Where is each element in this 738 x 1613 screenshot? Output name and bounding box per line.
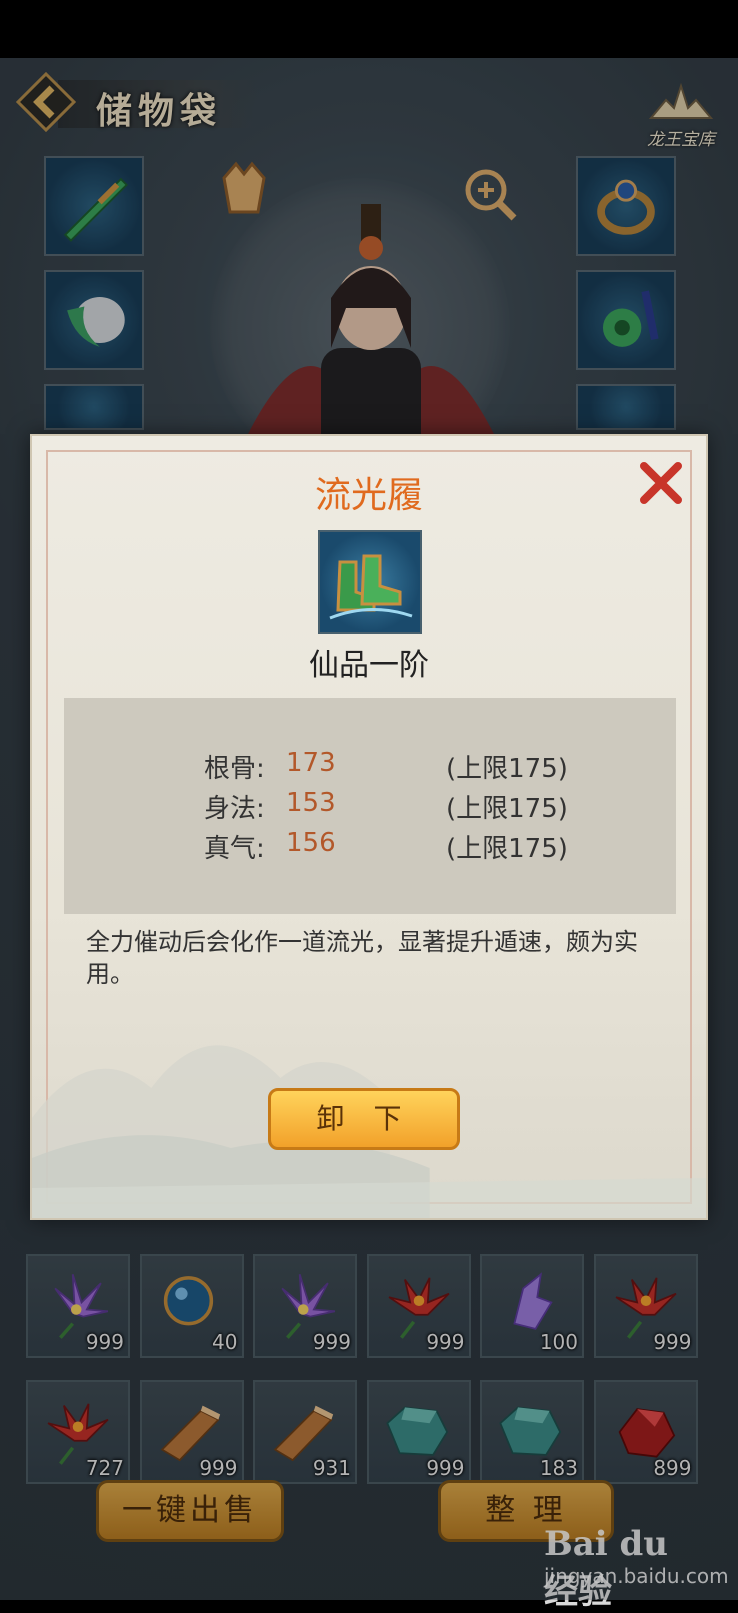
stats-panel: 根骨: 173 (上限175) 身法: 153 (上限175) 真气: 156 … bbox=[64, 698, 676, 914]
stat-label: 根骨: bbox=[204, 754, 265, 784]
stat-limit: (上限175) bbox=[446, 834, 568, 864]
stat-row: 身法: 153 (上限175) bbox=[64, 788, 676, 828]
stat-value: 173 bbox=[286, 748, 336, 778]
stat-limit: (上限175) bbox=[446, 754, 568, 784]
stat-value: 156 bbox=[286, 828, 336, 858]
item-detail-dialog: 流光履 仙品一阶 根骨: 173 (上限175) 身法: 153 (上限175)… bbox=[30, 434, 708, 1220]
item-icon-frame bbox=[318, 530, 422, 634]
stat-label: 真气: bbox=[204, 834, 265, 864]
stat-limit: (上限175) bbox=[446, 794, 568, 824]
close-icon[interactable] bbox=[638, 460, 684, 506]
unequip-button[interactable]: 卸 下 bbox=[268, 1088, 460, 1150]
item-grade: 仙品一阶 bbox=[309, 648, 429, 683]
stat-row: 根骨: 173 (上限175) bbox=[64, 748, 676, 788]
item-name: 流光履 bbox=[314, 475, 423, 516]
item-description: 全力催动后会化作一道流光，显著提升遁速，颇为实用。 bbox=[86, 928, 638, 988]
stat-value: 153 bbox=[286, 788, 336, 818]
boots-icon bbox=[329, 554, 413, 620]
stat-row: 真气: 156 (上限175) bbox=[64, 828, 676, 868]
stat-label: 身法: bbox=[204, 794, 265, 824]
